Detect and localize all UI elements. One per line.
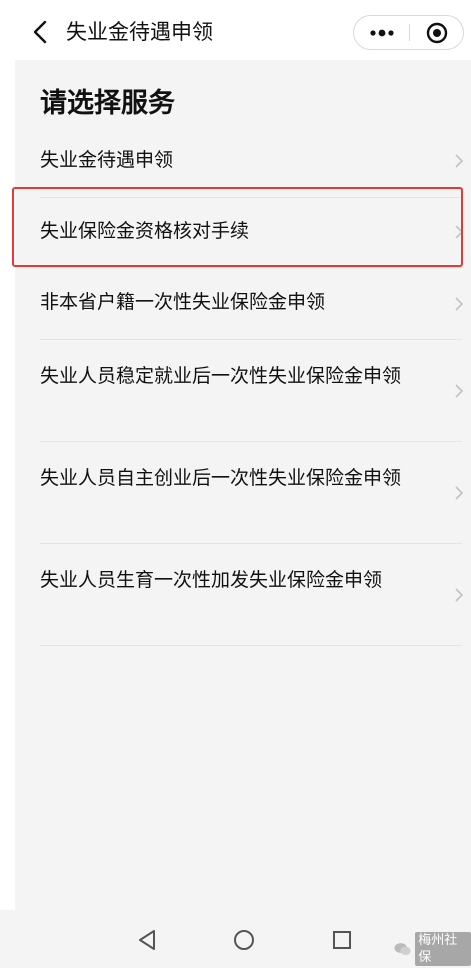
list-item-label: 失业人员生育一次性加发失业保险金申领 [40,569,383,591]
list-item[interactable]: 失业人员自主创业后一次性失业保险金申领 [40,442,464,544]
nav-back-button[interactable] [135,928,159,952]
target-close-icon [426,22,448,43]
watermark: 梅州社保 [394,932,471,966]
chevron-right-icon [455,297,464,311]
more-button[interactable] [354,16,409,49]
page-title: 请选择服务 [40,88,175,119]
list-item-label: 失业人员稳定就业后一次性失业保险金申领 [40,365,402,387]
list-item[interactable]: 失业金待遇申领 [40,136,464,198]
square-recent-icon [333,931,351,949]
close-button[interactable] [410,16,464,49]
list-item[interactable]: 失业人员稳定就业后一次性失业保险金申领 [40,340,464,442]
service-panel: 请选择服务 失业金待遇申领 失业保险金资格核对手续 非本省户籍一次性失业保险金申… [15,60,471,910]
list-item[interactable]: 失业人员生育一次性加发失业保险金申领 [40,544,464,646]
nav-home-button[interactable] [232,928,256,952]
nav-recent-button[interactable] [330,928,354,952]
list-item-label: 失业人员自主创业后一次性失业保险金申领 [40,467,402,489]
back-button[interactable] [24,16,56,48]
page-header-title: 失业金待遇申领 [66,20,213,44]
chevron-right-icon [455,588,464,602]
chevron-right-icon [455,225,464,239]
mini-program-capsule [353,15,464,50]
list-item[interactable]: 失业保险金资格核对手续 [40,198,464,268]
watermark-text: 梅州社保 [415,932,471,966]
list-item-label: 失业金待遇申领 [40,149,174,171]
more-dots-icon [369,29,394,36]
list-item-label: 失业保险金资格核对手续 [40,220,250,242]
circle-home-icon [234,930,254,950]
list-item-label: 非本省户籍一次性失业保险金申领 [40,291,326,313]
chevron-right-icon [455,384,464,398]
list-item[interactable]: 非本省户籍一次性失业保险金申领 [40,268,464,340]
chevron-left-icon [33,20,47,44]
chevron-right-icon [455,486,464,500]
wechat-logo-icon [394,943,411,956]
title-bar: 失业金待遇申领 [0,0,471,64]
chevron-right-icon [455,154,464,168]
triangle-back-icon [139,930,155,950]
